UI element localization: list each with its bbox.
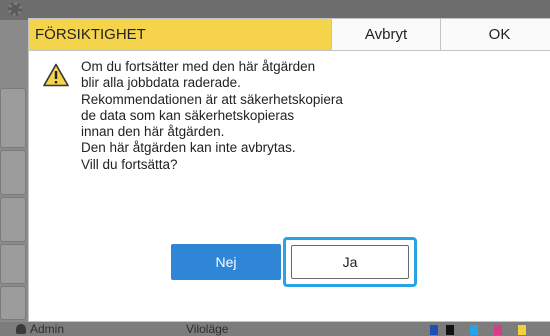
message-line: Vill du fortsätta? bbox=[81, 156, 178, 172]
no-button[interactable]: Nej bbox=[171, 244, 281, 280]
yes-button[interactable]: Ja bbox=[291, 245, 409, 279]
ok-button[interactable]: OK bbox=[441, 19, 550, 50]
ink-level-icon bbox=[470, 325, 478, 335]
background-status: Viloläge bbox=[186, 322, 229, 336]
background-side-tab bbox=[0, 244, 26, 284]
ink-level-icon bbox=[430, 325, 438, 335]
message-line: innan den här åtgärden. bbox=[81, 124, 225, 140]
background-status-bar bbox=[0, 322, 550, 336]
dialog-message: Om du fortsätter med den här åtgärden bl… bbox=[81, 59, 441, 173]
cancel-button[interactable]: Avbryt bbox=[332, 19, 441, 50]
ink-level-icon bbox=[494, 325, 502, 335]
background-side-tab bbox=[0, 88, 26, 148]
message-line: Om du fortsätter med den här åtgärden bbox=[81, 59, 316, 74]
dialog-title: FÖRSIKTIGHET bbox=[29, 19, 332, 50]
message-line: de data som kan säkerhetskopieras bbox=[81, 107, 295, 123]
background-side-tab bbox=[0, 150, 26, 195]
message-line: Rekommendationen är att säkerhetskopiera bbox=[81, 91, 343, 107]
ink-level-icon bbox=[518, 325, 526, 335]
ink-level-icon bbox=[446, 325, 454, 335]
gear-icon bbox=[8, 2, 22, 16]
dialog-header: FÖRSIKTIGHET Avbryt OK bbox=[29, 19, 550, 51]
background-top-bar bbox=[0, 0, 550, 20]
user-icon bbox=[16, 324, 26, 334]
message-line: Den här åtgärden kan inte avbrytas. bbox=[81, 140, 296, 156]
warning-icon bbox=[43, 63, 69, 87]
background-side-tab bbox=[0, 286, 26, 320]
background-side-tab bbox=[0, 197, 26, 242]
caution-dialog: FÖRSIKTIGHET Avbryt OK Om du fortsätter … bbox=[28, 18, 550, 322]
background-user: Admin bbox=[30, 322, 65, 336]
message-line: blir alla jobbdata raderade. bbox=[81, 75, 241, 91]
